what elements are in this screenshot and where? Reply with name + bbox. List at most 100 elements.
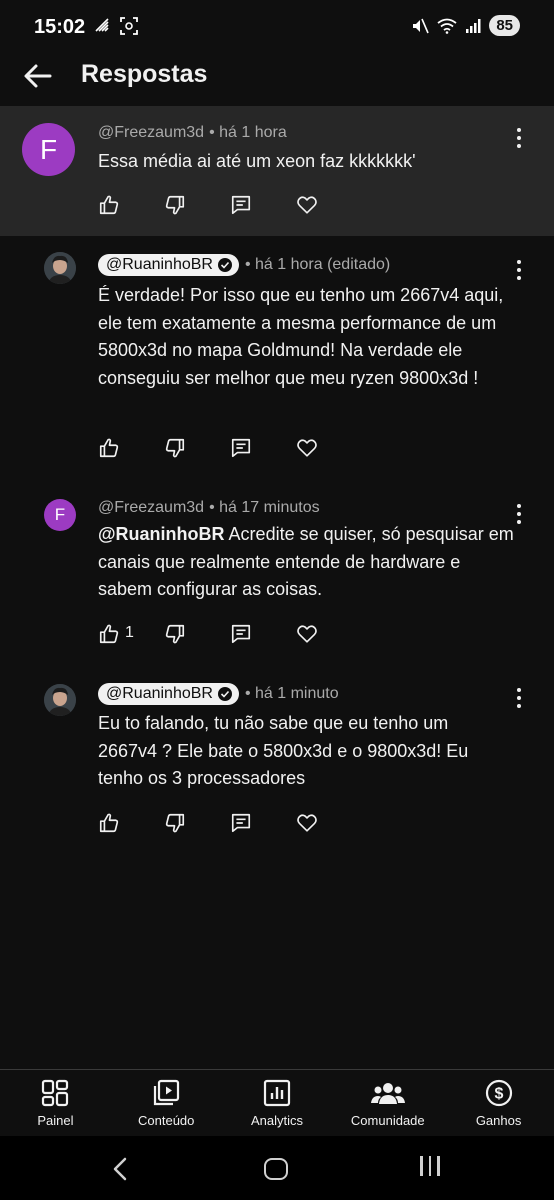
verified-icon (217, 258, 232, 272)
thumbs-up-icon (99, 195, 119, 215)
avatar[interactable] (44, 252, 76, 284)
dislike-button[interactable] (163, 811, 187, 835)
chevron-left-icon (113, 1157, 127, 1181)
system-navigation-bar (0, 1136, 554, 1200)
status-time: 15:02 (34, 16, 86, 38)
comment-author: @RuaninhoBR (106, 256, 213, 273)
parent-comment: F @Freezaum3d • há 1 hora Essa média ai … (0, 106, 554, 236)
comment-text: É verdade! Por isso que eu tenho um 2667… (98, 285, 504, 388)
more-options-icon[interactable] (515, 504, 523, 524)
heart-button[interactable] (295, 622, 319, 646)
comment-text: Eu to falando, tu não sabe que eu tenho … (98, 713, 469, 788)
nav-item-ganhos[interactable]: $ Ganhos (443, 1070, 554, 1136)
comment-icon (231, 438, 251, 458)
thumbs-down-icon (165, 195, 185, 215)
nav-label: Ganhos (475, 1113, 522, 1128)
reply-button[interactable] (229, 436, 253, 460)
comment-icon (231, 195, 251, 215)
reply-comment: F @Freezaum3d • há 17 minutos @RuaninhoB… (0, 480, 554, 670)
cell-signal-icon (465, 18, 481, 34)
signal-sync-icon (94, 17, 110, 35)
author-chip[interactable]: @RuaninhoBR (98, 683, 239, 705)
analytics-icon (263, 1079, 291, 1107)
comment-actions (97, 193, 361, 217)
comment-time: • há 17 minutos (209, 499, 320, 516)
reply-comment: @RuaninhoBR • há 1 minuto Eu to falando,… (0, 670, 554, 860)
nav-item-comunidade[interactable]: Comunidade (332, 1070, 443, 1136)
more-options-icon[interactable] (515, 260, 523, 280)
dislike-button[interactable] (163, 436, 187, 460)
app-header: Respostas (0, 52, 554, 102)
comment-actions (97, 811, 361, 835)
system-recents-button[interactable] (420, 1156, 440, 1176)
nav-label: Comunidade (350, 1113, 425, 1128)
nav-item-conteudo[interactable]: Conteúdo (111, 1070, 222, 1136)
author-chip[interactable]: @RuaninhoBR (98, 254, 239, 276)
reply-button[interactable] (229, 622, 253, 646)
back-button[interactable] (22, 60, 54, 92)
avatar[interactable]: F (22, 123, 75, 176)
dislike-button[interactable] (163, 193, 187, 217)
nav-item-analytics[interactable]: Analytics (222, 1070, 333, 1136)
battery-indicator: 85 (489, 15, 520, 36)
heart-icon (297, 814, 317, 832)
comment-icon (231, 813, 251, 833)
thumbs-down-icon (165, 624, 185, 644)
like-button[interactable] (97, 436, 121, 460)
screenshot-icon (120, 17, 138, 35)
status-bar: 15:02 85 (0, 0, 554, 52)
mention-link[interactable]: @RuaninhoBR (98, 524, 225, 544)
arrow-left-icon (24, 64, 52, 88)
comment-time: • há 1 hora (editado) (244, 256, 391, 273)
like-button[interactable] (97, 193, 121, 217)
like-button[interactable] (97, 811, 121, 835)
avatar[interactable]: F (44, 499, 76, 531)
bottom-navigation: Painel Conteúdo Analytics Comunidade $ G… (0, 1069, 554, 1136)
like-count: 1 (125, 624, 134, 641)
heart-button[interactable] (295, 436, 319, 460)
comment-author[interactable]: @Freezaum3d (98, 124, 204, 142)
like-button[interactable]: 1 (97, 622, 134, 646)
dislike-button[interactable] (163, 622, 187, 646)
thumbs-down-icon (165, 813, 185, 833)
heart-icon (297, 439, 317, 457)
heart-icon (297, 196, 317, 214)
nav-label: Analytics (250, 1113, 303, 1128)
comment-text: @RuaninhoBR Acredite se quiser, só pesqu… (98, 524, 514, 599)
more-options-icon[interactable] (515, 688, 523, 708)
more-options-icon[interactable] (515, 128, 523, 148)
reply-button[interactable] (229, 193, 253, 217)
nav-label: Conteúdo (138, 1113, 195, 1128)
verified-icon (217, 687, 232, 701)
system-home-button[interactable] (264, 1158, 288, 1180)
content-icon (154, 1079, 180, 1106)
heart-button[interactable] (295, 193, 319, 217)
comment-text: Essa média ai até um xeon faz kkkkkkk' (98, 151, 416, 171)
comment-time: • há 1 hora (209, 124, 287, 141)
heart-icon (297, 625, 317, 643)
community-icon (370, 1083, 405, 1104)
reply-button[interactable] (229, 811, 253, 835)
earnings-icon: $ (485, 1079, 512, 1107)
thumbs-up-icon (99, 813, 119, 833)
comment-actions: 1 (97, 622, 361, 646)
comment-icon (231, 624, 251, 644)
system-back-button[interactable] (112, 1157, 128, 1181)
nav-label: Painel (37, 1113, 74, 1128)
mute-icon (411, 17, 430, 35)
dashboard-icon (42, 1079, 69, 1107)
thumbs-down-icon (165, 438, 185, 458)
thumbs-up-icon (99, 624, 119, 644)
comment-author[interactable]: @Freezaum3d (98, 499, 204, 517)
thumbs-up-icon (99, 438, 119, 458)
svg-text:$: $ (494, 1086, 503, 1103)
nav-item-painel[interactable]: Painel (0, 1070, 111, 1136)
page-title: Respostas (81, 60, 208, 88)
avatar[interactable] (44, 684, 76, 716)
wifi-icon (437, 18, 457, 34)
comment-actions (97, 436, 361, 460)
heart-button[interactable] (295, 811, 319, 835)
comment-time: • há 1 minuto (244, 685, 339, 702)
reply-comment: @RuaninhoBR • há 1 hora (editado) É verd… (0, 236, 554, 480)
comment-author: @RuaninhoBR (106, 685, 213, 702)
